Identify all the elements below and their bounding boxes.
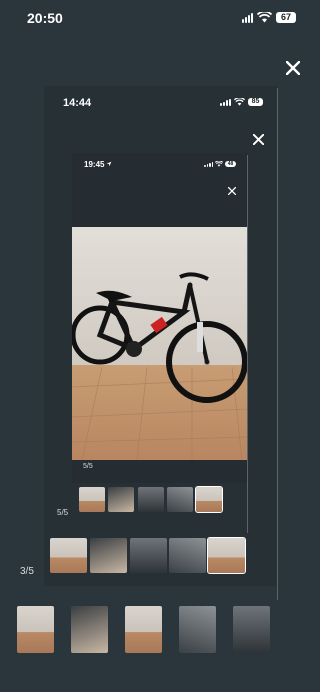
signal-icon bbox=[220, 98, 231, 106]
status-icons: 67 bbox=[242, 12, 296, 23]
thumbnail[interactable] bbox=[71, 606, 108, 653]
battery-icon: 48 bbox=[225, 161, 236, 167]
status-icons: 48 bbox=[204, 161, 236, 167]
thumbnail[interactable] bbox=[108, 487, 134, 512]
signal-icon bbox=[242, 12, 253, 23]
thumbnail-selected[interactable] bbox=[125, 606, 162, 653]
battery-icon: 67 bbox=[276, 12, 296, 23]
bike-photo[interactable] bbox=[72, 227, 247, 460]
panel-edge bbox=[277, 88, 278, 600]
thumbnail-selected[interactable] bbox=[207, 537, 246, 574]
thumbnail[interactable] bbox=[233, 606, 270, 653]
thumbnail-selected[interactable] bbox=[195, 486, 223, 513]
battery-icon: 85 bbox=[248, 98, 263, 106]
signal-icon bbox=[204, 161, 213, 167]
close-button[interactable] bbox=[283, 58, 303, 78]
thumbnail[interactable] bbox=[90, 538, 127, 573]
wifi-icon bbox=[234, 98, 245, 106]
thumbnail[interactable] bbox=[130, 538, 167, 573]
status-time: 19:45 bbox=[84, 160, 105, 169]
wifi-icon bbox=[257, 12, 272, 23]
wifi-icon bbox=[215, 161, 223, 167]
image-counter: 3/5 bbox=[20, 566, 34, 577]
thumbnail[interactable] bbox=[17, 606, 54, 653]
thumbnail[interactable] bbox=[179, 606, 216, 653]
thumbnail[interactable] bbox=[167, 487, 193, 512]
thumbnail[interactable] bbox=[79, 487, 105, 512]
image-counter: 5/5 bbox=[83, 463, 93, 470]
close-button[interactable] bbox=[250, 131, 266, 147]
thumbnail[interactable] bbox=[50, 538, 87, 573]
panel-edge bbox=[247, 155, 248, 533]
close-icon bbox=[286, 61, 300, 75]
thumbnail[interactable] bbox=[169, 538, 206, 573]
close-icon bbox=[252, 133, 264, 145]
image-counter: 5/5 bbox=[57, 508, 69, 517]
thumbnail[interactable] bbox=[138, 487, 164, 512]
status-time: 20:50 bbox=[27, 10, 63, 26]
status-icons: 85 bbox=[220, 98, 263, 106]
close-button[interactable] bbox=[226, 185, 238, 197]
close-icon bbox=[228, 187, 236, 195]
location-arrow-icon bbox=[106, 161, 112, 167]
status-time: 14:44 bbox=[63, 97, 92, 109]
